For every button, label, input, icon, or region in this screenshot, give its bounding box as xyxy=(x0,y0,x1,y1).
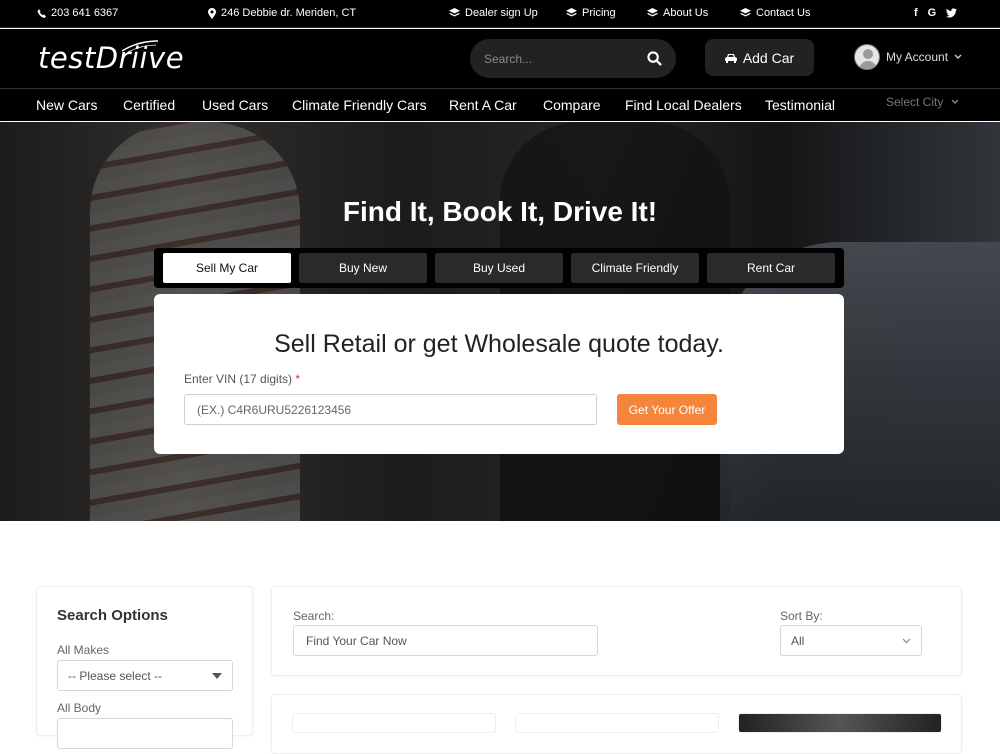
chevron-down-icon xyxy=(902,638,911,643)
topbar-link-label: Pricing xyxy=(582,7,616,19)
all-body-label: All Body xyxy=(57,701,102,715)
car-icon xyxy=(724,53,737,63)
nav-item-new-cars[interactable]: New Cars xyxy=(36,97,97,113)
topbar-link-about-us[interactable]: About Us xyxy=(647,7,708,19)
tab-sell-my-car[interactable]: Sell My Car xyxy=(163,253,291,283)
phone-icon xyxy=(37,8,46,18)
city-select-label: Select City xyxy=(886,95,944,109)
nav-item-certified[interactable]: Certified xyxy=(123,97,175,113)
topbar-link-label: About Us xyxy=(663,7,709,19)
header-search-input[interactable] xyxy=(484,51,647,66)
brand-logo[interactable]: testDriive xyxy=(38,40,185,75)
facebook-icon[interactable]: f xyxy=(914,7,918,19)
body-select[interactable] xyxy=(57,718,233,749)
nav-item-compare[interactable]: Compare xyxy=(543,97,601,113)
listing-card[interactable] xyxy=(515,713,719,733)
address-text: 246 Debbie dr. Meriden, CT xyxy=(221,7,357,19)
tab-buy-used[interactable]: Buy Used xyxy=(435,253,563,283)
get-offer-button[interactable]: Get Your Offer xyxy=(617,394,717,425)
account-menu[interactable]: My Account xyxy=(854,44,962,70)
makes-select[interactable]: -- Please select -- xyxy=(57,660,233,691)
sell-car-card: Sell Retail or get Wholesale quote today… xyxy=(154,294,844,454)
sort-by-label: Sort By: xyxy=(780,609,823,623)
add-car-label: Add Car xyxy=(742,49,795,66)
vin-input[interactable] xyxy=(184,394,597,425)
vin-label: Enter VIN (17 digits) * xyxy=(184,372,300,386)
topbar-link-label: Dealer sign Up xyxy=(465,7,538,19)
main-header: testDriive Add Car My Account xyxy=(0,29,1000,88)
sort-select-value: All xyxy=(791,633,805,648)
listing-card[interactable] xyxy=(738,713,942,733)
search-options-title: Search Options xyxy=(57,607,168,624)
search-label: Search: xyxy=(293,609,335,623)
required-marker: * xyxy=(295,372,301,386)
sell-card-title: Sell Retail or get Wholesale quote today… xyxy=(274,330,724,358)
nav-item-climate-friendly-cars[interactable]: Climate Friendly Cars xyxy=(292,97,427,113)
all-makes-label: All Makes xyxy=(57,643,110,657)
vin-label-text: Enter VIN (17 digits) xyxy=(184,372,293,386)
account-label: My Account xyxy=(886,50,949,64)
top-bar: 203 641 6367 246 Debbie dr. Meriden, CT … xyxy=(0,0,1000,28)
results-toolbar: Search: Sort By: All xyxy=(271,586,962,676)
city-select[interactable]: Select City xyxy=(886,95,959,109)
main-nav: New Cars Certified Used Cars Climate Fri… xyxy=(0,88,1000,121)
nav-item-testimonial[interactable]: Testimonial xyxy=(765,97,835,113)
topbar-link-contact-us[interactable]: Contact Us xyxy=(740,7,810,19)
chevron-down-icon xyxy=(954,54,962,59)
layers-icon xyxy=(566,7,577,17)
phone-contact[interactable]: 203 641 6367 xyxy=(37,7,118,19)
search-icon[interactable] xyxy=(647,51,662,66)
nav-item-rent-a-car[interactable]: Rent A Car xyxy=(449,97,517,113)
hero-banner: Find It, Book It, Drive It! Sell My Car … xyxy=(0,122,1000,521)
tab-climate-friendly[interactable]: Climate Friendly xyxy=(571,253,699,283)
logo-text: testDriive xyxy=(38,41,185,75)
address-contact: 246 Debbie dr. Meriden, CT xyxy=(208,7,356,19)
search-mode-tabs: Sell My Car Buy New Buy Used Climate Fri… xyxy=(154,248,844,288)
nav-item-find-local-dealers[interactable]: Find Local Dealers xyxy=(625,97,742,113)
phone-number: 203 641 6367 xyxy=(51,7,119,19)
search-options-panel: Search Options All Makes -- Please selec… xyxy=(36,586,253,749)
topbar-link-label: Contact Us xyxy=(756,7,811,19)
hero-title: Find It, Book It, Drive It! xyxy=(342,196,658,227)
header-search xyxy=(470,39,676,78)
avatar xyxy=(854,44,880,70)
layers-icon xyxy=(449,7,460,17)
social-links: f G xyxy=(914,7,958,19)
logo-swoosh-icon xyxy=(121,40,159,53)
google-icon[interactable]: G xyxy=(928,7,937,19)
tab-rent-car[interactable]: Rent Car xyxy=(707,253,835,283)
caret-down-icon xyxy=(212,672,222,679)
sort-select[interactable]: All xyxy=(780,625,922,656)
car-search-input[interactable] xyxy=(293,625,598,656)
location-pin-icon xyxy=(208,7,216,19)
topbar-link-pricing[interactable]: Pricing xyxy=(566,7,616,19)
add-car-button[interactable]: Add Car xyxy=(705,39,814,76)
nav-item-used-cars[interactable]: Used Cars xyxy=(202,97,268,113)
listing-card[interactable] xyxy=(292,713,496,733)
topbar-link-dealer-signup[interactable]: Dealer sign Up xyxy=(449,7,538,19)
layers-icon xyxy=(740,7,751,17)
results-listing xyxy=(271,694,962,754)
tab-buy-new[interactable]: Buy New xyxy=(299,253,427,283)
chevron-down-icon xyxy=(951,99,959,104)
twitter-icon[interactable] xyxy=(946,8,958,18)
makes-select-value: -- Please select -- xyxy=(68,668,163,683)
layers-icon xyxy=(647,7,658,17)
